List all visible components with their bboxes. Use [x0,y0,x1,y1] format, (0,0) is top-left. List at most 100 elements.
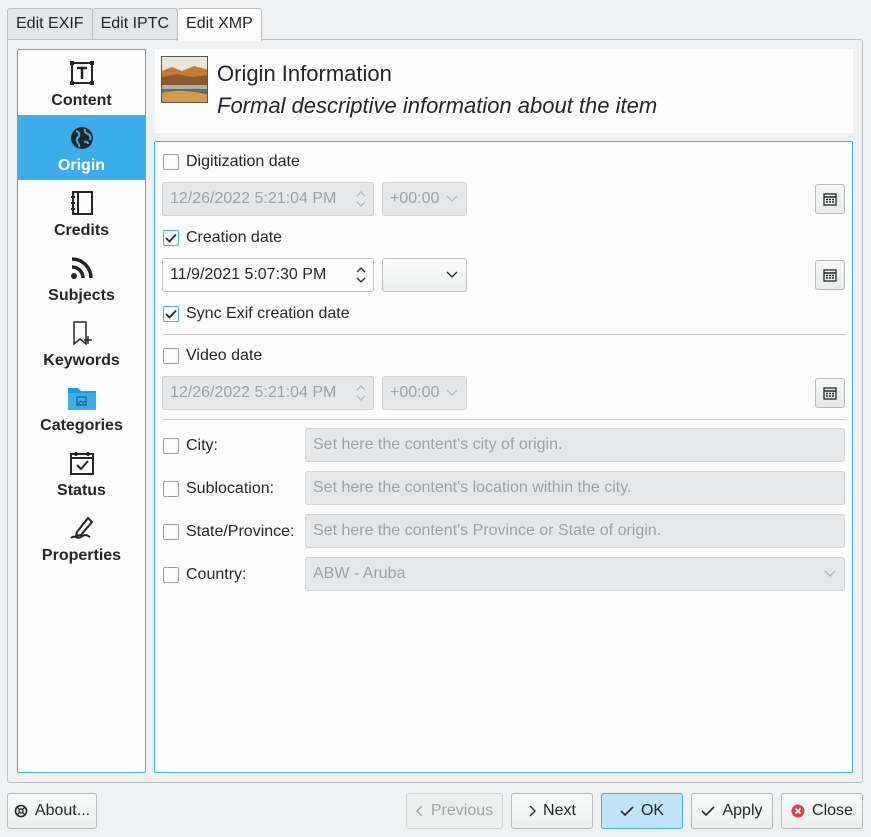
sidebar-item-label: Categories [40,417,123,434]
video-date-checkbox[interactable] [163,348,179,364]
sublocation-label: Sublocation: [186,480,275,497]
state-checkbox-row[interactable]: State/Province: [163,523,295,541]
sublocation-input[interactable]: Set here the content's location within t… [305,471,845,505]
country-label: Country: [186,566,247,583]
separator [163,334,846,335]
sidebar-item-label: Keywords [43,352,120,369]
country-checkbox-row[interactable]: Country: [163,566,246,584]
tab-bar: Edit EXIF Edit IPTC Edit XMP [7,8,262,41]
digitization-date-checkbox[interactable] [163,154,179,170]
calendar-icon [823,269,837,282]
video-timezone-select[interactable]: +00:00 [382,376,467,410]
section-sidebar: Content Origin Credits Subjects Keywords… [17,49,146,773]
digitization-timezone-value: +00:00 [390,190,440,207]
text-frame-icon [69,58,95,88]
creation-datetime-value: 11/9/2021 5:07:30 PM [170,266,327,283]
creation-timezone-select[interactable] [382,258,467,292]
ok-label: OK [640,802,665,819]
country-select[interactable]: ABW - Aruba [305,557,845,591]
city-input[interactable]: Set here the content's city of origin. [305,428,845,462]
rss-icon [69,253,95,283]
checkmark-icon [165,309,177,319]
apply-label: Apply [722,802,763,819]
creation-date-label: Creation date [186,229,283,246]
digitization-calendar-button[interactable] [815,184,845,214]
country-checkbox[interactable] [163,567,179,583]
sidebar-item-label: Content [51,92,112,109]
sidebar-item-keywords[interactable]: Keywords [18,310,145,375]
sidebar-item-status[interactable]: Status [18,440,145,505]
sidebar-item-label: Status [57,482,106,499]
calendar-check-icon [69,448,95,478]
image-thumbnail [161,56,208,103]
city-placeholder: Set here the content's city of origin. [313,436,563,453]
state-placeholder: Set here the content's Province or State… [313,522,662,539]
sidebar-item-label: Origin [57,157,106,174]
video-datetime-value: 12/26/2022 5:21:04 PM [170,384,337,401]
sidebar-item-label: Subjects [48,287,115,304]
chevron-left-icon [415,805,423,817]
sync-exif-label: Sync Exif creation date [186,305,350,322]
tab-edit-exif[interactable]: Edit EXIF [7,8,93,40]
video-datetime-input[interactable]: 12/26/2022 5:21:04 PM [162,376,374,410]
checkmark-icon [165,233,177,243]
creation-date-checkbox-row[interactable]: Creation date [163,229,282,247]
close-label: Close [812,802,853,819]
tab-edit-iptc[interactable]: Edit IPTC [91,8,179,40]
creation-datetime-input[interactable]: 11/9/2021 5:07:30 PM [162,258,374,292]
spin-arrows-icon [356,385,366,401]
section-header: Origin Information Formal descriptive in… [155,49,853,133]
city-checkbox-row[interactable]: City: [163,437,218,455]
folder-image-icon [67,383,97,413]
notebook-icon [69,188,95,218]
next-button[interactable]: Next [511,793,593,829]
chevron-down-icon [446,271,458,278]
sublocation-checkbox-row[interactable]: Sublocation: [163,480,274,498]
close-icon [791,804,805,818]
checkmark-icon [701,806,716,817]
spin-arrows-icon [356,191,366,207]
sidebar-item-categories[interactable]: Categories [18,375,145,440]
ok-button[interactable]: OK [601,793,683,829]
previous-label: Previous [430,802,494,819]
tab-edit-xmp[interactable]: Edit XMP [177,8,262,41]
chevron-down-icon [824,570,836,577]
digitization-date-checkbox-row[interactable]: Digitization date [163,153,300,171]
sidebar-item-origin[interactable]: Origin [18,115,145,180]
chevron-down-icon [446,195,458,202]
state-checkbox[interactable] [163,524,179,540]
video-date-checkbox-row[interactable]: Video date [163,347,262,365]
about-button[interactable]: About... [7,793,97,829]
section-subtitle: Formal descriptive information about the… [217,93,658,118]
sublocation-checkbox[interactable] [163,481,179,497]
separator [163,419,846,420]
sidebar-item-properties[interactable]: Properties [18,505,145,570]
video-calendar-button[interactable] [815,378,845,408]
creation-date-checkbox[interactable] [163,230,179,246]
next-label: Next [543,802,576,819]
globe-icon [69,123,95,153]
close-button[interactable]: Close [781,793,863,829]
sync-exif-checkbox-row[interactable]: Sync Exif creation date [163,305,350,323]
about-label: About... [34,802,91,819]
city-checkbox[interactable] [163,438,179,454]
section-title: Origin Information [217,61,392,86]
sidebar-item-content[interactable]: Content [18,50,145,115]
bookmark-add-icon [69,318,95,348]
digitization-timezone-select[interactable]: +00:00 [382,182,467,216]
video-timezone-value: +00:00 [390,384,440,401]
state-input[interactable]: Set here the content's Province or State… [305,514,845,548]
sync-exif-checkbox[interactable] [163,306,179,322]
help-icon [14,804,28,818]
city-label: City: [186,437,218,454]
creation-calendar-button[interactable] [815,260,845,290]
sidebar-item-credits[interactable]: Credits [18,180,145,245]
previous-button[interactable]: Previous [406,793,503,829]
digitization-date-label: Digitization date [186,153,300,170]
chevron-down-icon [446,389,458,396]
pen-signature-icon [69,513,95,543]
digitization-datetime-input[interactable]: 12/26/2022 5:21:04 PM [162,182,374,216]
calendar-icon [823,387,837,400]
apply-button[interactable]: Apply [691,793,773,829]
sidebar-item-subjects[interactable]: Subjects [18,245,145,310]
